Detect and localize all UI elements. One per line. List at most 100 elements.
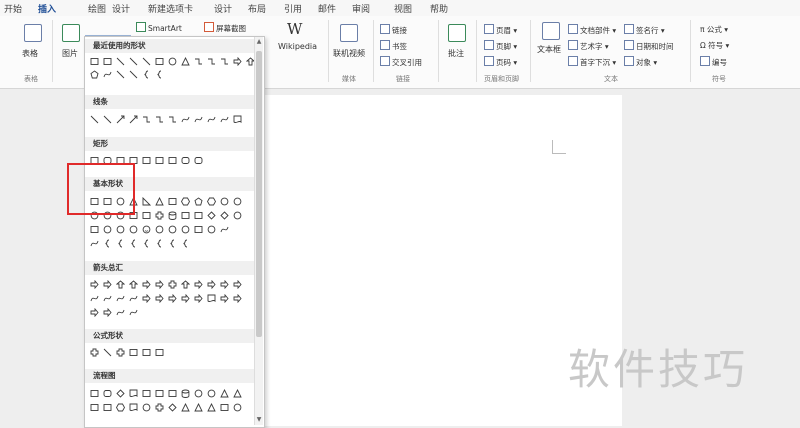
rect-shape-icon[interactable] [129, 348, 138, 357]
wikipedia-label[interactable]: Wikipedia [278, 42, 317, 51]
screenshot-button[interactable]: 屏幕截图 [204, 22, 246, 34]
rarrow-shape-icon[interactable] [194, 294, 203, 303]
curve-shape-icon[interactable] [181, 115, 190, 124]
arrow-shape-icon[interactable] [116, 115, 125, 124]
tri-shape-icon[interactable] [233, 389, 242, 398]
online-video-icon[interactable] [340, 24, 358, 42]
circle-shape-icon[interactable] [168, 57, 177, 66]
diamond-shape-icon[interactable] [168, 403, 177, 412]
uarrow-shape-icon[interactable] [181, 280, 190, 289]
equation-button[interactable]: π 公式 ▾ [700, 24, 728, 35]
elbow-shape-icon[interactable] [207, 57, 216, 66]
curve-shape-icon[interactable] [207, 115, 216, 124]
tri-shape-icon[interactable] [155, 197, 164, 206]
rect-shape-icon[interactable] [90, 225, 99, 234]
arrow-shape-icon[interactable] [129, 115, 138, 124]
rect-shape-icon[interactable] [90, 57, 99, 66]
table-icon[interactable] [24, 24, 42, 42]
tri-shape-icon[interactable] [181, 403, 190, 412]
circle-shape-icon[interactable] [181, 225, 190, 234]
brace-shape-icon[interactable] [116, 239, 125, 248]
tab-view[interactable]: 视图 [394, 2, 412, 15]
scroll-down-icon[interactable]: ▼ [255, 415, 263, 425]
rect-shape-icon[interactable] [142, 348, 151, 357]
rarrow-shape-icon[interactable] [233, 280, 242, 289]
line-shape-icon[interactable] [116, 70, 125, 79]
plus-shape-icon[interactable] [116, 348, 125, 357]
scroll-up-icon[interactable]: ▲ [255, 37, 263, 47]
tri-shape-icon[interactable] [207, 403, 216, 412]
scroll-thumb[interactable] [256, 51, 262, 337]
comment-label[interactable]: 批注 [448, 48, 464, 59]
smile-shape-icon[interactable] [142, 225, 151, 234]
hex-shape-icon[interactable] [181, 197, 190, 206]
brace-shape-icon[interactable] [168, 239, 177, 248]
object-button[interactable]: 对象 ▾ [624, 56, 657, 68]
brace-shape-icon[interactable] [103, 239, 112, 248]
diamond-shape-icon[interactable] [220, 211, 229, 220]
cyl-shape-icon[interactable] [168, 211, 177, 220]
line-shape-icon[interactable] [103, 115, 112, 124]
picture-button-label[interactable]: 图片 [62, 48, 78, 59]
rect-shape-icon[interactable] [103, 403, 112, 412]
rarrow-shape-icon[interactable] [233, 294, 242, 303]
tab-layout[interactable]: 布局 [248, 2, 266, 15]
curve-shape-icon[interactable] [116, 294, 125, 303]
circle-shape-icon[interactable] [116, 225, 125, 234]
rect-shape-icon[interactable] [90, 389, 99, 398]
rect-shape-icon[interactable] [155, 348, 164, 357]
tab-help[interactable]: 帮助 [430, 2, 448, 15]
brace-shape-icon[interactable] [181, 239, 190, 248]
circle-shape-icon[interactable] [155, 225, 164, 234]
rect-shape-icon[interactable] [103, 57, 112, 66]
tab-references[interactable]: 引用 [284, 2, 302, 15]
footer-button[interactable]: 页脚 ▾ [484, 40, 517, 52]
drop-cap-button[interactable]: 首字下沉 ▾ [568, 56, 616, 68]
rect-shape-icon[interactable] [142, 389, 151, 398]
curve-shape-icon[interactable] [103, 70, 112, 79]
rarrow-shape-icon[interactable] [155, 280, 164, 289]
rect-shape-icon[interactable] [155, 389, 164, 398]
tri-shape-icon[interactable] [194, 403, 203, 412]
pent-shape-icon[interactable] [90, 70, 99, 79]
online-video-label[interactable]: 联机视频 [333, 48, 365, 59]
rrect-shape-icon[interactable] [194, 156, 203, 165]
picture-icon[interactable] [62, 24, 80, 42]
line-shape-icon[interactable] [129, 57, 138, 66]
tab-draw[interactable]: 绘图 [88, 2, 106, 15]
line-shape-icon[interactable] [142, 57, 151, 66]
doc-shape-icon[interactable] [233, 115, 242, 124]
tri-shape-icon[interactable] [181, 57, 190, 66]
rarrow-shape-icon[interactable] [194, 280, 203, 289]
line-shape-icon[interactable] [90, 115, 99, 124]
plus-shape-icon[interactable] [155, 403, 164, 412]
doc-shape-icon[interactable] [129, 403, 138, 412]
tab-mailings[interactable]: 邮件 [318, 2, 336, 15]
rect-shape-icon[interactable] [168, 197, 177, 206]
line-shape-icon[interactable] [116, 57, 125, 66]
brace-shape-icon[interactable] [129, 239, 138, 248]
hex-shape-icon[interactable] [207, 197, 216, 206]
circle-shape-icon[interactable] [129, 225, 138, 234]
elbow-shape-icon[interactable] [168, 115, 177, 124]
signature-line-button[interactable]: 签名行 ▾ [624, 24, 665, 36]
rrect-shape-icon[interactable] [181, 156, 190, 165]
tab-insert[interactable]: 插入 [38, 2, 57, 18]
elbow-shape-icon[interactable] [194, 57, 203, 66]
gallery-scrollbar[interactable]: ▲ ▼ [254, 37, 263, 425]
rarrow-shape-icon[interactable] [142, 294, 151, 303]
rarrow-shape-icon[interactable] [103, 308, 112, 317]
rect-shape-icon[interactable] [142, 156, 151, 165]
doc-shape-icon[interactable] [207, 294, 216, 303]
tab-design-2[interactable]: 设计 [214, 2, 232, 15]
circle-shape-icon[interactable] [233, 197, 242, 206]
date-time-button[interactable]: 日期和时间 [624, 40, 674, 52]
rarrow-shape-icon[interactable] [90, 280, 99, 289]
header-button[interactable]: 页眉 ▾ [484, 24, 517, 36]
pent-shape-icon[interactable] [194, 197, 203, 206]
table-button-label[interactable]: 表格 [22, 48, 38, 59]
uarrow-shape-icon[interactable] [116, 280, 125, 289]
tab-home[interactable]: 开始 [4, 2, 22, 15]
circle-shape-icon[interactable] [194, 389, 203, 398]
uarrow-shape-icon[interactable] [129, 280, 138, 289]
